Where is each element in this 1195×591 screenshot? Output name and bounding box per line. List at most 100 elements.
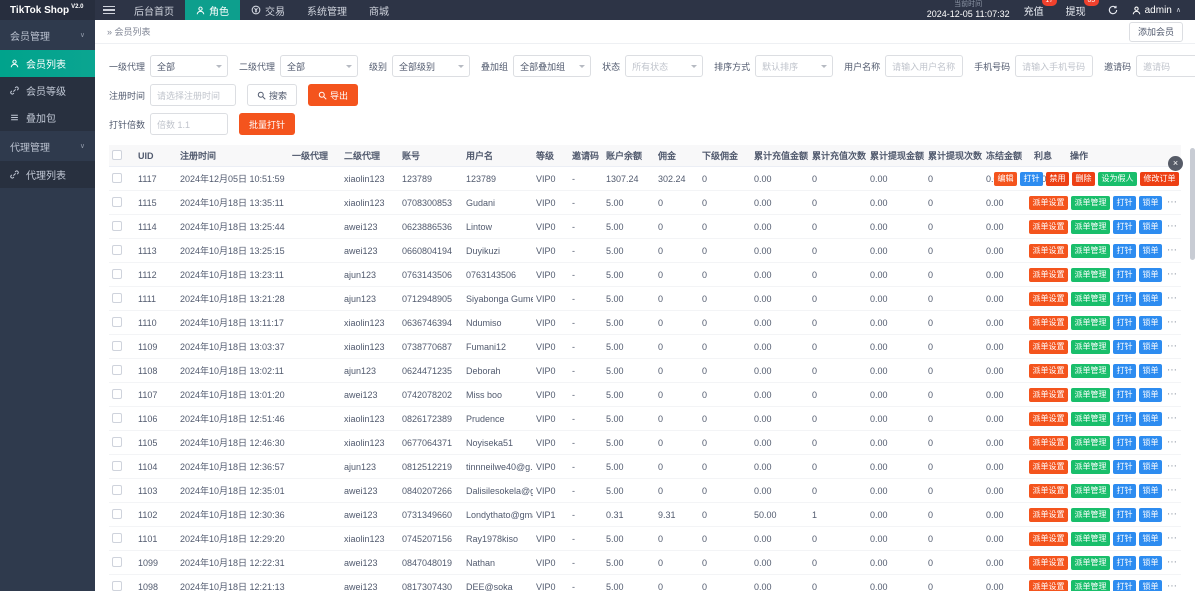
action-button[interactable]: 打针 <box>1113 220 1136 234</box>
nav-item[interactable]: 系统管理 <box>296 0 358 20</box>
nav-item[interactable]: 后台首页 <box>123 0 185 20</box>
sidebar-item[interactable]: 叠加包 <box>0 104 95 131</box>
row-checkbox[interactable] <box>112 389 122 399</box>
row-checkbox[interactable] <box>112 437 122 447</box>
row-checkbox[interactable] <box>112 461 122 471</box>
register-time-input[interactable]: 请选择注册时间 <box>150 84 236 106</box>
action-button[interactable]: 锁单 <box>1139 412 1162 426</box>
more-actions-button[interactable]: ⋯ <box>1165 366 1179 376</box>
action-button[interactable]: 打针 <box>1113 556 1136 570</box>
close-icon[interactable]: × <box>1168 156 1183 171</box>
action-button[interactable]: 打针 <box>1113 268 1136 282</box>
action-button[interactable]: 打针 <box>1113 532 1136 546</box>
action-button[interactable]: 派单设置 <box>1029 364 1068 378</box>
more-actions-button[interactable]: ⋯ <box>1165 582 1179 591</box>
action-button[interactable]: 派单设置 <box>1029 484 1068 498</box>
action-button[interactable]: 派单设置 <box>1029 316 1068 330</box>
nav-item[interactable]: 商城 <box>358 0 400 20</box>
action-button[interactable]: 打针 <box>1020 172 1043 186</box>
sidebar-item[interactable]: 会员等级 <box>0 77 95 104</box>
more-actions-button[interactable]: ⋯ <box>1165 534 1179 544</box>
filter-input[interactable]: 请输入手机号码 <box>1015 55 1093 77</box>
filter-select[interactable]: 默认排序 <box>755 55 833 77</box>
action-button[interactable]: 编辑 <box>994 172 1017 186</box>
add-member-button[interactable]: 添加会员 <box>1129 22 1183 42</box>
filter-select[interactable]: 全部叠加组 <box>513 55 591 77</box>
action-button[interactable]: 派单管理 <box>1071 268 1110 282</box>
action-button[interactable]: 打针 <box>1113 388 1136 402</box>
filter-input[interactable]: 请输入用户名称 <box>885 55 963 77</box>
action-button[interactable]: 派单管理 <box>1071 220 1110 234</box>
action-button[interactable]: 派单设置 <box>1029 508 1068 522</box>
action-button[interactable]: 派单管理 <box>1071 484 1110 498</box>
scrollbar-thumb[interactable] <box>1190 148 1195 260</box>
action-button[interactable]: 派单管理 <box>1071 388 1110 402</box>
search-button[interactable]: 搜索 <box>247 84 297 106</box>
withdraw-link[interactable]: 提现 65 <box>1066 3 1086 18</box>
row-checkbox[interactable] <box>112 173 122 183</box>
row-checkbox[interactable] <box>112 365 122 375</box>
vertical-scrollbar[interactable] <box>1190 20 1195 591</box>
action-button[interactable]: 派单设置 <box>1029 268 1068 282</box>
action-button[interactable]: 派单设置 <box>1029 580 1068 591</box>
menu-toggle-icon[interactable] <box>95 0 123 20</box>
action-button[interactable]: 派单设置 <box>1029 244 1068 258</box>
action-button[interactable]: 设为假人 <box>1098 172 1137 186</box>
filter-select[interactable]: 全部 <box>280 55 358 77</box>
row-checkbox[interactable] <box>112 413 122 423</box>
action-button[interactable]: 禁用 <box>1046 172 1069 186</box>
action-button[interactable]: 锁单 <box>1139 556 1162 570</box>
row-checkbox[interactable] <box>112 221 122 231</box>
filter-input[interactable]: 邀请码 <box>1136 55 1195 77</box>
action-button[interactable]: 锁单 <box>1139 484 1162 498</box>
batch-inject-button[interactable]: 批量打针 <box>239 113 295 135</box>
action-button[interactable]: 删除 <box>1072 172 1095 186</box>
action-button[interactable]: 打针 <box>1113 436 1136 450</box>
action-button[interactable]: 锁单 <box>1139 244 1162 258</box>
row-checkbox[interactable] <box>112 341 122 351</box>
action-button[interactable]: 派单设置 <box>1029 412 1068 426</box>
action-button[interactable]: 派单管理 <box>1071 532 1110 546</box>
more-actions-button[interactable]: ⋯ <box>1165 510 1179 520</box>
action-button[interactable]: 派单管理 <box>1071 436 1110 450</box>
action-button[interactable]: 打针 <box>1113 364 1136 378</box>
action-button[interactable]: 锁单 <box>1139 340 1162 354</box>
sidebar-group-header[interactable]: 代理管理∨ <box>0 131 95 161</box>
action-button[interactable]: 锁单 <box>1139 388 1162 402</box>
filter-select[interactable]: 全部级别 <box>392 55 470 77</box>
action-button[interactable]: 派单设置 <box>1029 460 1068 474</box>
row-checkbox[interactable] <box>112 485 122 495</box>
row-checkbox[interactable] <box>112 197 122 207</box>
action-button[interactable]: 打针 <box>1113 244 1136 258</box>
action-button[interactable]: 派单管理 <box>1071 364 1110 378</box>
row-checkbox[interactable] <box>112 557 122 567</box>
action-button[interactable]: 锁单 <box>1139 268 1162 282</box>
row-checkbox[interactable] <box>112 533 122 543</box>
more-actions-button[interactable]: ⋯ <box>1165 438 1179 448</box>
action-button[interactable]: 打针 <box>1113 196 1136 210</box>
sidebar-group-header[interactable]: 会员管理∨ <box>0 20 95 50</box>
action-button[interactable]: 派单设置 <box>1029 292 1068 306</box>
action-button[interactable]: 打针 <box>1113 580 1136 591</box>
more-actions-button[interactable]: ⋯ <box>1165 462 1179 472</box>
refresh-icon[interactable] <box>1108 5 1118 15</box>
more-actions-button[interactable]: ⋯ <box>1165 390 1179 400</box>
select-all-checkbox[interactable] <box>112 150 122 160</box>
action-button[interactable]: 派单设置 <box>1029 220 1068 234</box>
more-actions-button[interactable]: ⋯ <box>1165 558 1179 568</box>
action-button[interactable]: 打针 <box>1113 316 1136 330</box>
row-checkbox[interactable] <box>112 293 122 303</box>
action-button[interactable]: 派单管理 <box>1071 292 1110 306</box>
action-button[interactable]: 派单管理 <box>1071 340 1110 354</box>
action-button[interactable]: 打针 <box>1113 508 1136 522</box>
more-actions-button[interactable]: ⋯ <box>1165 342 1179 352</box>
more-actions-button[interactable]: ⋯ <box>1165 246 1179 256</box>
action-button[interactable]: 派单管理 <box>1071 316 1110 330</box>
action-button[interactable]: 锁单 <box>1139 316 1162 330</box>
action-button[interactable]: 派单设置 <box>1029 388 1068 402</box>
more-actions-button[interactable]: ⋯ <box>1165 414 1179 424</box>
action-button[interactable]: 派单管理 <box>1071 244 1110 258</box>
action-button[interactable]: 派单设置 <box>1029 340 1068 354</box>
action-button[interactable]: 打针 <box>1113 292 1136 306</box>
action-button[interactable]: 派单管理 <box>1071 508 1110 522</box>
